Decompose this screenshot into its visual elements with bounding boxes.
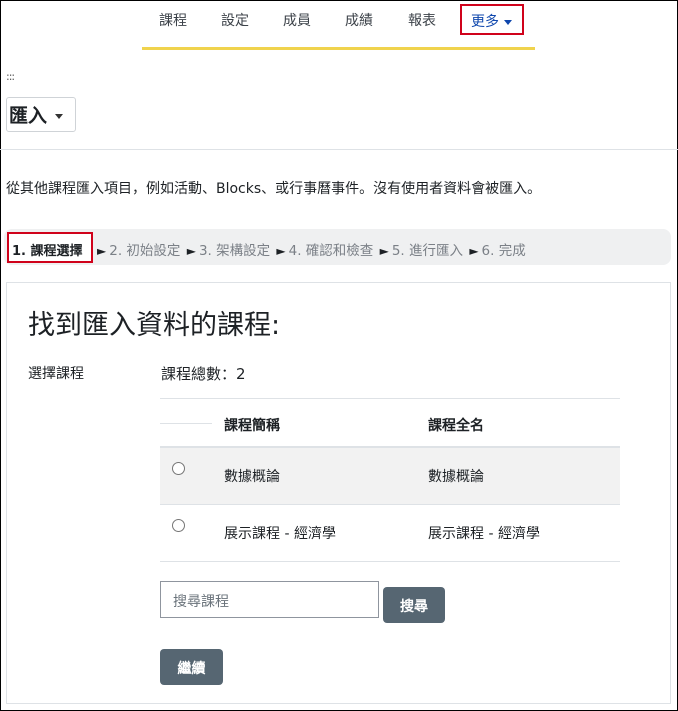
search-button[interactable]: 搜尋 [383, 587, 445, 623]
row-short-name: 展示課程 - 經濟學 [224, 526, 336, 542]
divider [0, 149, 678, 150]
breadcrumb: ::: [6, 70, 15, 83]
continue-button[interactable]: 繼續 [160, 649, 223, 685]
course-radio[interactable] [172, 462, 185, 475]
step-arrow-icon: ► [379, 244, 389, 258]
nav-more-label: 更多 [471, 14, 499, 30]
nav-course[interactable]: 課程 [159, 10, 187, 30]
step-6: 6. 完成 [481, 243, 526, 259]
step-4: 4. 確認和檢查 [288, 243, 374, 259]
search-input[interactable]: 搜尋課程 [160, 581, 379, 618]
step-current: 1. 課程選擇 [7, 232, 93, 263]
nav-grades[interactable]: 成績 [345, 10, 373, 30]
step-arrow-icon: ► [469, 244, 479, 258]
chevron-down-icon [504, 19, 512, 25]
course-nav: 課程 設定 成員 成績 報表 更多 [142, 0, 535, 50]
step-2: 2. 初始設定 [109, 243, 181, 259]
course-search-panel: 找到匯入資料的課程: 選擇課程 課程總數：2 課程簡稱 課程全名 數據概論 數據… [6, 282, 671, 704]
import-select-label: 匯入 [9, 105, 48, 127]
nav-settings[interactable]: 設定 [221, 10, 249, 30]
chevron-down-icon [55, 114, 64, 119]
course-table: 課程簡稱 課程全名 數據概論 數據概論 展示課程 - 經濟學 展示課程 - 經濟… [160, 398, 620, 562]
step-list: ► 2. 初始設定 ► 3. 架構設定 ► 4. 確認和檢查 ► 5. 進行匯入 ► 6.… [95, 239, 526, 259]
table-row[interactable]: 展示課程 - 經濟學 展示課程 - 經濟學 [160, 505, 620, 562]
step-arrow-icon: ► [97, 244, 107, 258]
import-stepper: 1. 課程選擇 ► 2. 初始設定 ► 3. 架構設定 ► 4. 確認和檢查 ► 5. … [4, 229, 671, 265]
nav-reports[interactable]: 報表 [408, 10, 436, 30]
select-course-label: 選擇課程 [28, 366, 84, 382]
nav-participants[interactable]: 成員 [283, 10, 311, 30]
table-row[interactable]: 數據概論 數據概論 [160, 448, 620, 505]
row-full-name: 數據概論 [428, 469, 484, 485]
header-blank-line [160, 423, 212, 424]
panel-title: 找到匯入資料的課程: [28, 310, 281, 341]
step-arrow-icon: ► [186, 244, 196, 258]
import-action-select[interactable]: 匯入 [6, 97, 76, 132]
step-arrow-icon: ► [276, 244, 286, 258]
header-full-name: 課程全名 [428, 418, 484, 434]
row-full-name: 展示課程 - 經濟學 [428, 526, 540, 542]
header-short-name: 課程簡稱 [224, 418, 280, 434]
row-short-name: 數據概論 [224, 469, 280, 485]
course-total: 課程總數：2 [161, 365, 246, 383]
nav-more-button[interactable]: 更多 [460, 4, 524, 35]
table-header: 課程簡稱 課程全名 [160, 398, 620, 448]
course-radio[interactable] [172, 519, 185, 532]
intro-text: 從其他課程匯入項目，例如活動、Blocks、或行事曆事件。沒有使用者資料會被匯入… [6, 181, 542, 197]
step-3: 3. 架構設定 [198, 243, 271, 259]
step-5: 5. 進行匯入 [391, 243, 464, 259]
